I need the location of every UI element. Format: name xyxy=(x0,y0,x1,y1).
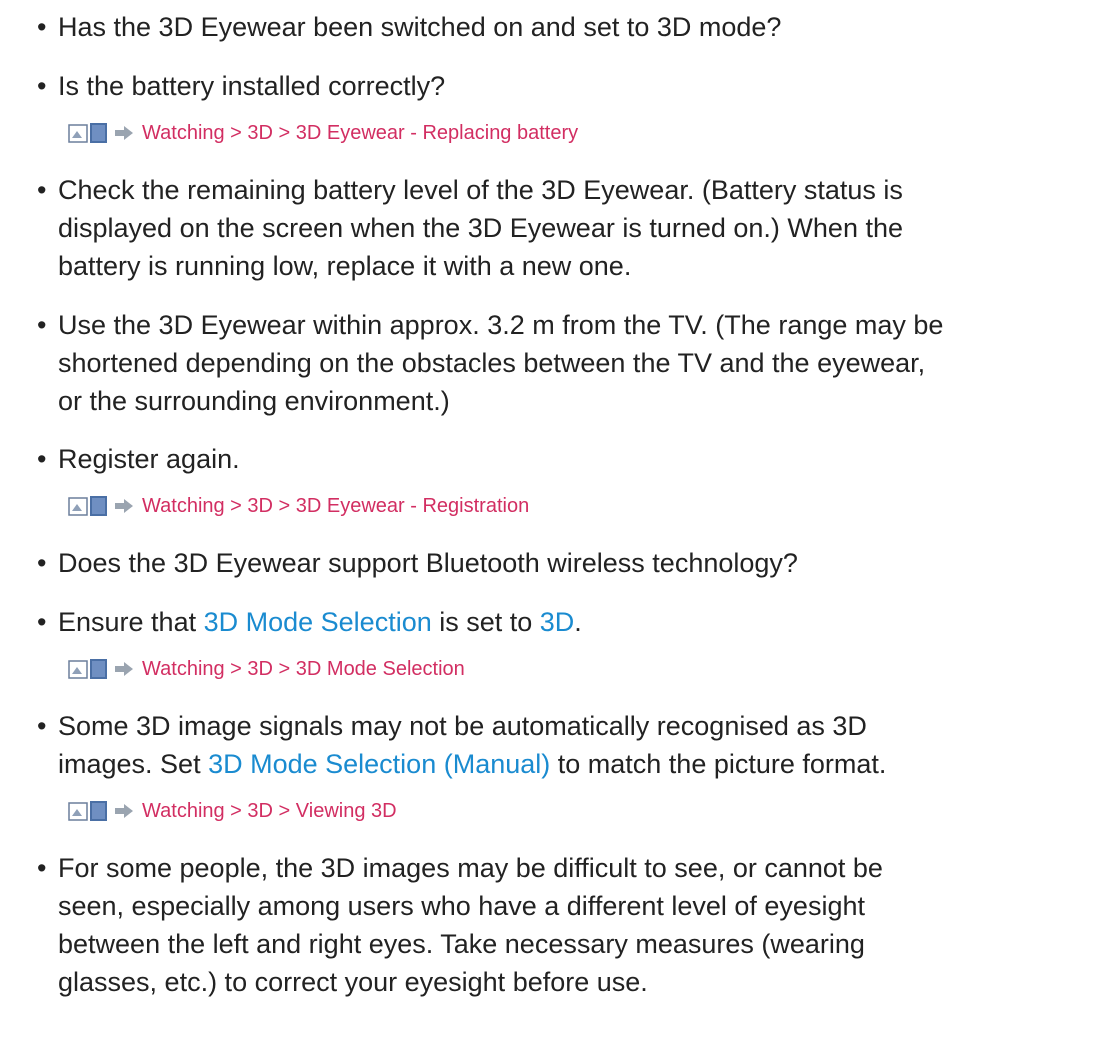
emanual-book-icon xyxy=(68,495,108,517)
reference-link-text: Watching > 3D > Viewing 3D xyxy=(142,799,397,822)
text-segment: Some 3D image signals may not be automat… xyxy=(58,711,867,741)
bullet: • xyxy=(37,853,47,883)
emanual-book-icon xyxy=(68,122,108,144)
bullet: • xyxy=(37,444,47,474)
list-item: • Check the remaining battery level of t… xyxy=(37,171,1086,285)
manual-page: • Has the 3D Eyewear been switched on an… xyxy=(0,0,1096,1053)
right-arrow-icon xyxy=(114,803,134,819)
item-text: Check the remaining battery level of the… xyxy=(58,175,903,281)
reference-link[interactable]: Watching > 3D > 3D Mode Selection xyxy=(68,655,465,683)
text-segment: is set to xyxy=(431,607,540,637)
list-item: • For some people, the 3D images may be … xyxy=(37,849,1086,1001)
item-text: Some 3D image signals may not be automat… xyxy=(58,707,1086,783)
list-item: • Does the 3D Eyewear support Bluetooth … xyxy=(37,544,1086,582)
text-segment: images. Set xyxy=(58,749,209,779)
list-item: • Has the 3D Eyewear been switched on an… xyxy=(37,8,1086,46)
setting-link[interactable]: 3D Mode Selection xyxy=(204,607,432,637)
item-text: Does the 3D Eyewear support Bluetooth wi… xyxy=(58,548,798,578)
item-text: Has the 3D Eyewear been switched on and … xyxy=(58,12,782,42)
item-text: Use the 3D Eyewear within approx. 3.2 m … xyxy=(58,310,944,416)
bullet: • xyxy=(37,548,47,578)
reference-link[interactable]: Watching > 3D > 3D Eyewear - Registratio… xyxy=(68,492,529,520)
setting-link[interactable]: 3D Mode Selection (Manual) xyxy=(208,749,550,779)
item-text: Ensure that 3D Mode Selection is set to … xyxy=(58,603,1086,641)
right-arrow-icon xyxy=(114,125,134,141)
reference-link-text: Watching > 3D > 3D Eyewear - Replacing b… xyxy=(142,121,579,144)
bullet: • xyxy=(37,12,47,42)
right-arrow-icon xyxy=(114,661,134,677)
reference-link-text: Watching > 3D > 3D Mode Selection xyxy=(142,657,465,680)
list-item: • Is the battery installed correctly? xyxy=(37,67,1086,105)
list-item: • Register again. xyxy=(37,440,1086,478)
reference-link[interactable]: Watching > 3D > 3D Eyewear - Replacing b… xyxy=(68,119,578,147)
text-segment: . xyxy=(574,607,582,637)
list-item: • Ensure that 3D Mode Selection is set t… xyxy=(37,603,1086,641)
reference-link-text: Watching > 3D > 3D Eyewear - Registratio… xyxy=(142,494,530,517)
item-text: Register again. xyxy=(58,444,240,474)
text-segment: to match the picture format. xyxy=(550,749,887,779)
text-segment: Ensure that xyxy=(58,607,204,637)
list-item: • Use the 3D Eyewear within approx. 3.2 … xyxy=(37,306,1086,420)
bullet: • xyxy=(37,711,47,741)
bullet: • xyxy=(37,310,47,340)
bullet: • xyxy=(37,175,47,205)
emanual-book-icon xyxy=(68,800,108,822)
setting-value-link[interactable]: 3D xyxy=(540,607,575,637)
list-item: • Some 3D image signals may not be autom… xyxy=(37,707,1086,783)
item-text: Is the battery installed correctly? xyxy=(58,71,446,101)
reference-link[interactable]: Watching > 3D > Viewing 3D xyxy=(68,797,397,825)
right-arrow-icon xyxy=(114,498,134,514)
item-text: For some people, the 3D images may be di… xyxy=(58,853,883,997)
bullet: • xyxy=(37,71,47,101)
bullet: • xyxy=(37,607,47,637)
emanual-book-icon xyxy=(68,658,108,680)
